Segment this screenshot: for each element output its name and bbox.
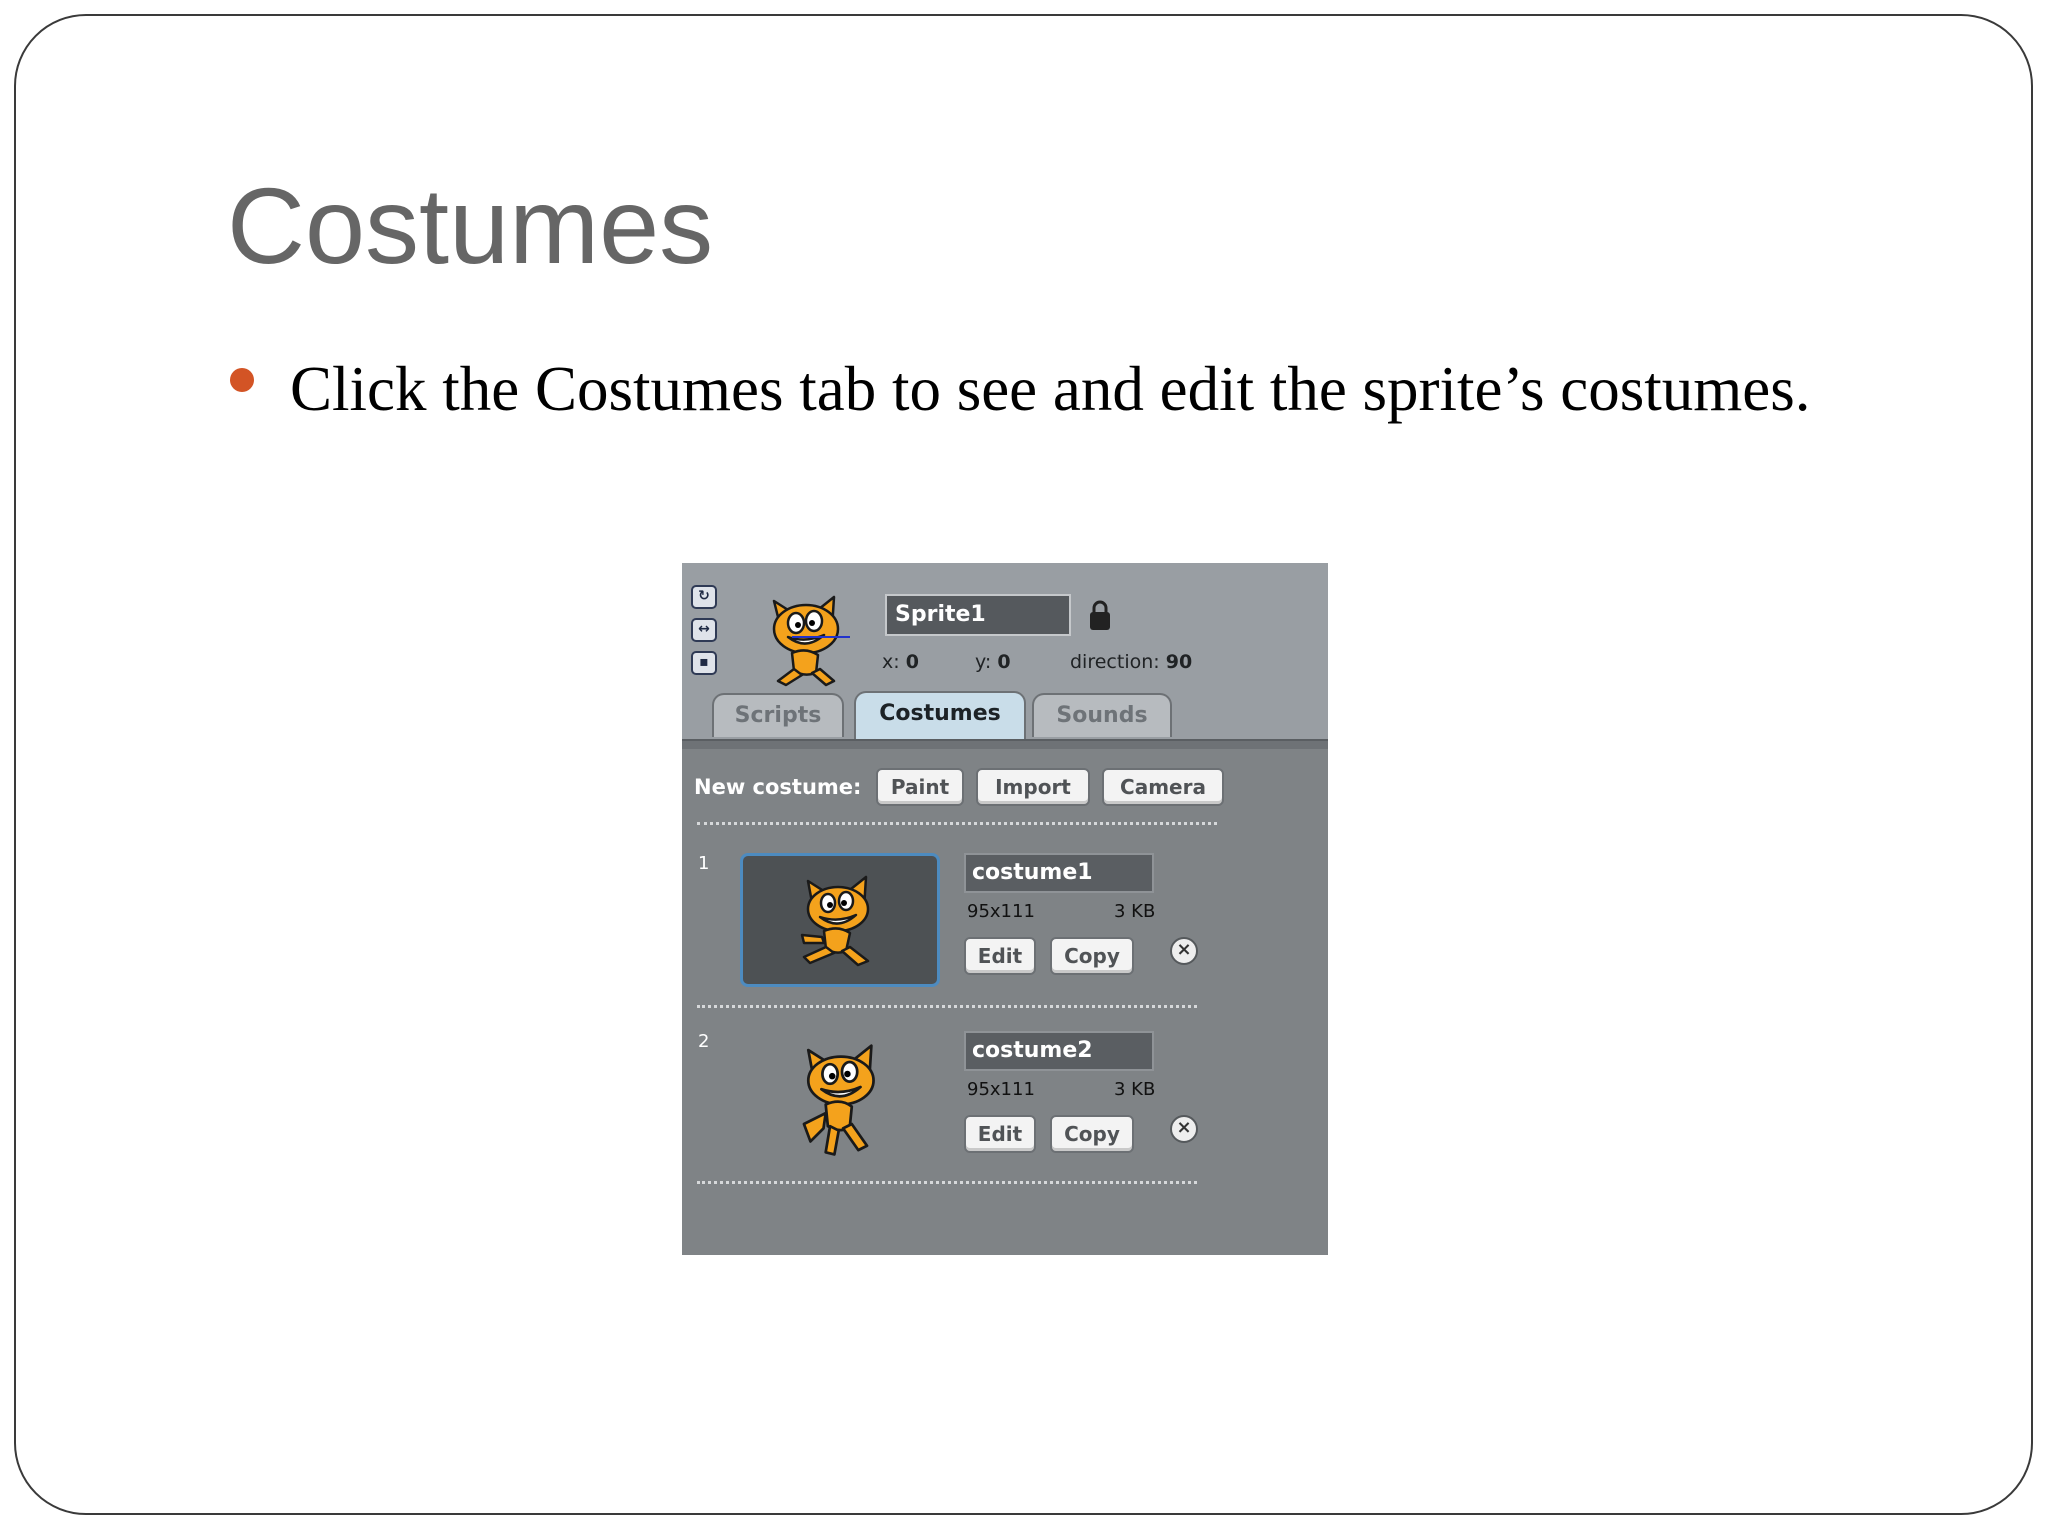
costume-dimensions: 95x111: [967, 1079, 1035, 1100]
edit-button[interactable]: Edit: [964, 1115, 1036, 1153]
costume-file-size: 3 KB: [1114, 901, 1156, 922]
y-label: y:: [975, 651, 992, 673]
lock-icon[interactable]: [1088, 599, 1112, 631]
costume1-cat-icon: [800, 875, 870, 967]
bullet-dot-icon: [230, 368, 254, 392]
costume-index: 1: [698, 853, 710, 874]
separator: [697, 822, 1217, 825]
separator: [697, 1181, 1197, 1184]
costume2-cat-icon[interactable]: [782, 1037, 902, 1161]
slide-title: Costumes: [227, 165, 714, 286]
tab-scripts[interactable]: Scripts: [712, 693, 844, 737]
tab-divider: [682, 739, 1328, 749]
costume-name-field[interactable]: costume1: [964, 853, 1154, 893]
x-label: x:: [882, 651, 900, 673]
y-value: 0: [997, 651, 1011, 673]
left-right-flip-icon[interactable]: ↔: [691, 618, 717, 642]
costume-name-field[interactable]: costume2: [964, 1031, 1154, 1071]
tab-costumes[interactable]: Costumes: [854, 691, 1026, 739]
direction-label: direction:: [1070, 651, 1160, 673]
bullet-text: Click the Costumes tab to see and edit t…: [290, 354, 1811, 424]
new-costume-label: New costume:: [694, 775, 862, 799]
edit-button[interactable]: Edit: [964, 937, 1036, 975]
delete-x-icon[interactable]: ×: [1170, 937, 1198, 965]
sprite-name-field[interactable]: Sprite1: [885, 594, 1071, 636]
costume-dimensions: 95x111: [967, 901, 1035, 922]
camera-button[interactable]: Camera: [1102, 768, 1224, 806]
costume-index: 2: [698, 1031, 710, 1052]
scratch-sprite-panel: ↻ ↔ ▪ Sprite1 x: 0 y: 0 direction: 90 Sc…: [682, 563, 1328, 1255]
delete-x-icon[interactable]: ×: [1170, 1115, 1198, 1143]
costume-file-size: 3 KB: [1114, 1079, 1156, 1100]
sprite-cat-icon: [772, 595, 850, 687]
direction-readout: direction: 90: [1070, 651, 1192, 673]
separator: [697, 1005, 1197, 1008]
x-value: 0: [905, 651, 919, 673]
y-coordinate: y: 0: [975, 651, 1011, 673]
tab-sounds[interactable]: Sounds: [1032, 693, 1172, 737]
dont-rotate-icon[interactable]: ▪: [691, 651, 717, 675]
rotate-all-around-icon[interactable]: ↻: [691, 585, 717, 609]
paint-button[interactable]: Paint: [876, 768, 964, 806]
direction-value: 90: [1165, 651, 1193, 673]
copy-button[interactable]: Copy: [1050, 937, 1134, 975]
import-button[interactable]: Import: [976, 768, 1090, 806]
copy-button[interactable]: Copy: [1050, 1115, 1134, 1153]
x-coordinate: x: 0: [882, 651, 919, 673]
